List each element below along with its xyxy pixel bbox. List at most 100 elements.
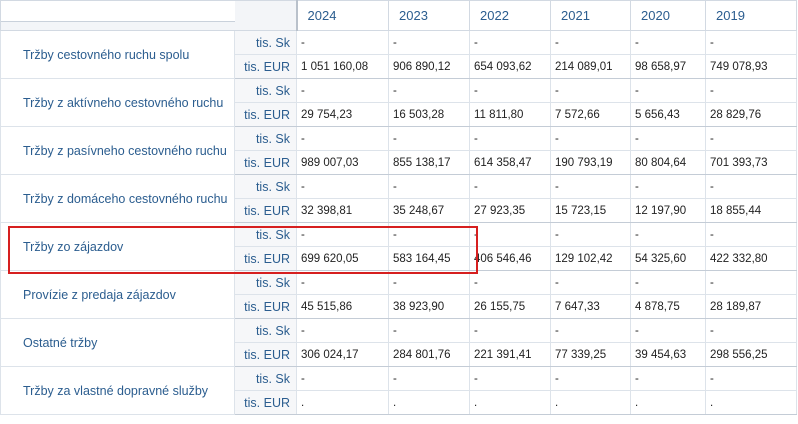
row-label: Provízie z predaja zájazdov [0, 270, 235, 319]
year-header[interactable]: 2021 [550, 0, 631, 31]
cell-value: - [705, 318, 797, 343]
cell-value: 80 804,64 [630, 150, 706, 175]
cell-value: 27 923,35 [469, 198, 551, 223]
row-label: Tržby z domáceho cestovného ruchu [0, 174, 235, 223]
cell-value: 4 878,75 [630, 294, 706, 319]
cell-value: - [388, 30, 470, 55]
cell-value: - [705, 174, 797, 199]
cell-value: - [469, 30, 551, 55]
cell-value: 11 811,80 [469, 102, 551, 127]
cell-value: - [296, 78, 389, 103]
cell-value: - [469, 174, 551, 199]
cell-value: 614 358,47 [469, 150, 551, 175]
cell-value: 28 189,87 [705, 294, 797, 319]
table-row: Tržby z domáceho cestovného ruchu tis. Sk… [0, 174, 797, 223]
cell-value: 16 503,28 [388, 102, 470, 127]
cell-value: 989 007,03 [296, 150, 389, 175]
cell-value: - [630, 366, 706, 391]
year-header[interactable]: 2020 [630, 0, 706, 31]
unit-label: tis. EUR [234, 342, 297, 367]
cell-value: 298 556,25 [705, 342, 797, 367]
unit-label: tis. EUR [234, 198, 297, 223]
cell-value: - [550, 366, 631, 391]
header-row: 2024 2023 2022 2021 2020 2019 [0, 0, 797, 31]
cell-value: - [388, 78, 470, 103]
year-header[interactable]: 2019 [705, 0, 797, 31]
cell-value: - [388, 366, 470, 391]
cell-value: - [550, 270, 631, 295]
header-corner-tab-right [235, 1, 295, 29]
cell-value: 98 658,97 [630, 54, 706, 79]
unit-label: tis. EUR [234, 294, 297, 319]
cell-value: 39 454,63 [630, 342, 706, 367]
cell-value: 5 656,43 [630, 102, 706, 127]
year-header[interactable]: 2022 [469, 0, 551, 31]
cell-value: 699 620,05 [296, 246, 389, 271]
unit-label: tis. EUR [234, 54, 297, 79]
table-row: Tržby z pasívneho cestovného ruchu tis. S… [0, 126, 797, 175]
cell-value: 38 923,90 [388, 294, 470, 319]
cell-value: 129 102,42 [550, 246, 631, 271]
unit-label: tis. Sk [234, 366, 297, 391]
unit-label: tis. EUR [234, 102, 297, 127]
table-row: Tržby zo zájazdov tis. Sk - - - - - - [0, 222, 797, 271]
year-header[interactable]: 2023 [388, 0, 470, 31]
cell-value: 855 138,17 [388, 150, 470, 175]
cell-value: - [550, 126, 631, 151]
cell-value: - [469, 222, 551, 247]
unit-label: tis. Sk [234, 30, 297, 55]
cell-value: 77 339,25 [550, 342, 631, 367]
cell-value: - [296, 366, 389, 391]
cell-value: 221 391,41 [469, 342, 551, 367]
cell-value: . [630, 390, 706, 415]
cell-value: - [469, 270, 551, 295]
cell-value: - [469, 78, 551, 103]
unit-label: tis. Sk [234, 222, 297, 247]
cell-value: - [630, 174, 706, 199]
table-row: Tržby za vlastné dopravné služby tis. Sk -… [0, 366, 797, 415]
cell-value: 26 155,75 [469, 294, 551, 319]
cell-value: - [705, 126, 797, 151]
year-header[interactable]: 2024 [295, 0, 389, 31]
cell-value: . [705, 390, 797, 415]
cell-value: - [296, 222, 389, 247]
unit-label: tis. Sk [234, 318, 297, 343]
cell-value: 7 572,66 [550, 102, 631, 127]
cell-value: 29 754,23 [296, 102, 389, 127]
cell-value: - [630, 126, 706, 151]
cell-value: 306 024,17 [296, 342, 389, 367]
cell-value: - [296, 174, 389, 199]
cell-value: 32 398,81 [296, 198, 389, 223]
cell-value: - [705, 30, 797, 55]
cell-value: - [705, 222, 797, 247]
cell-value: 654 093,62 [469, 54, 551, 79]
row-label: Tržby cestovného ruchu spolu [0, 30, 235, 79]
table-row: Provízie z predaja zájazdov tis. Sk - - - - - - [0, 270, 797, 319]
cell-value: 1 051 160,08 [296, 54, 389, 79]
cell-value: . [388, 390, 470, 415]
cell-value: 422 332,80 [705, 246, 797, 271]
cell-value: - [469, 318, 551, 343]
cell-value: 7 647,33 [550, 294, 631, 319]
row-label: Ostatné tržby [0, 318, 235, 367]
cell-value: - [550, 30, 631, 55]
cell-value: - [388, 126, 470, 151]
table-row: Tržby z aktívneho cestovného ruchu tis. S… [0, 78, 797, 127]
cell-value: - [469, 126, 551, 151]
cell-value: - [296, 30, 389, 55]
cell-value: 214 089,01 [550, 54, 631, 79]
cell-value: - [388, 270, 470, 295]
cell-value: - [469, 366, 551, 391]
row-label: Tržby z pasívneho cestovného ruchu [0, 126, 235, 175]
unit-label: tis. EUR [234, 246, 297, 271]
unit-label: tis. EUR [234, 390, 297, 415]
table-body: Tržby cestovného ruchu spolu tis. Sk - - - - -… [0, 30, 797, 415]
row-label: Tržby z aktívneho cestovného ruchu [0, 78, 235, 127]
table-row: Tržby cestovného ruchu spolu tis. Sk - - - - -… [0, 30, 797, 79]
row-label: Tržby za vlastné dopravné služby [0, 366, 235, 415]
cell-value: 406 546,46 [469, 246, 551, 271]
cell-value: - [388, 174, 470, 199]
cell-value: - [550, 78, 631, 103]
header-corner [0, 0, 297, 31]
table-row: Ostatné tržby tis. Sk - - - - - - [0, 318, 797, 367]
